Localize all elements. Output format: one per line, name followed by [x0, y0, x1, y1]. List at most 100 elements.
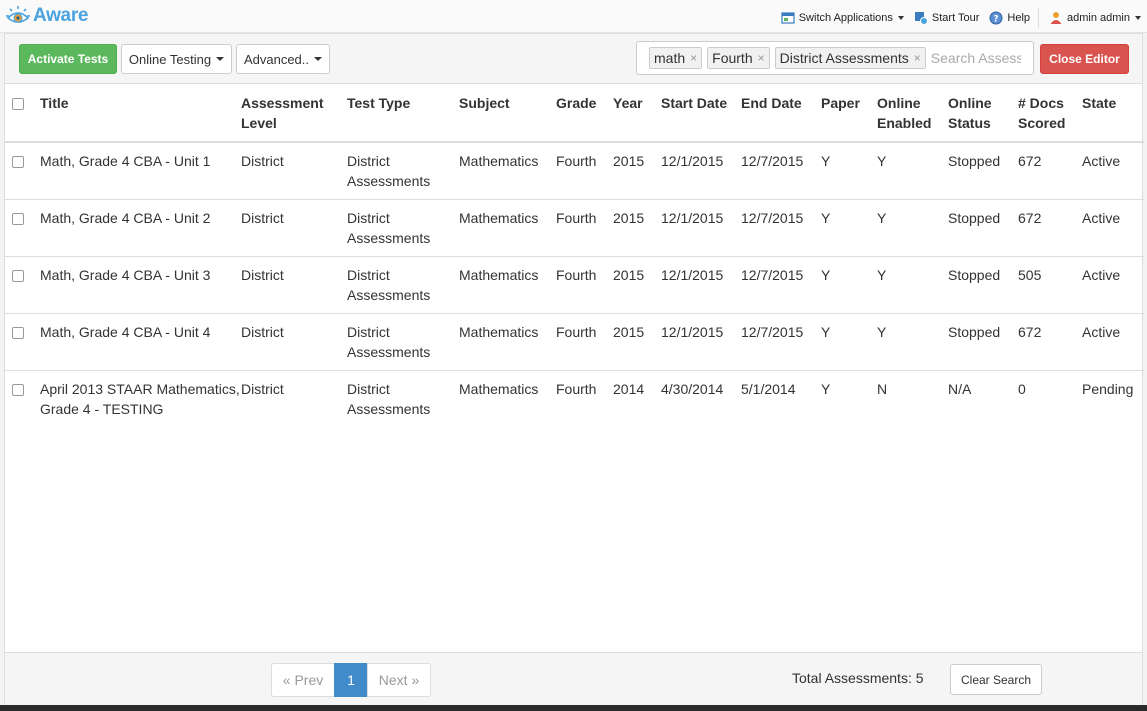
column-header[interactable]: Test Type	[347, 84, 459, 143]
remove-tag-icon[interactable]: ×	[758, 51, 765, 65]
search-tag-label: District Assessments	[779, 50, 909, 66]
table-cell: 12/1/2015	[661, 313, 741, 371]
row-select-cell	[5, 313, 40, 371]
search-input[interactable]	[930, 50, 1021, 66]
online-testing-dropdown[interactable]: Online Testing	[121, 44, 232, 74]
table-cell: 505	[1018, 256, 1082, 314]
help-icon: ?	[989, 11, 1003, 25]
chevron-down-icon	[897, 16, 904, 20]
activate-tests-button[interactable]: Activate Tests	[19, 44, 117, 74]
row-select-cell	[5, 371, 40, 428]
table-footer: « Prev 1 Next » Total Assessments: 5 Cle…	[5, 652, 1142, 705]
pagination: « Prev 1 Next »	[271, 663, 431, 697]
table-cell: Fourth	[556, 256, 613, 314]
toolbar: Activate Tests Online Testing Advanced..…	[5, 34, 1142, 84]
switch-applications-menu[interactable]: Switch Applications	[781, 11, 904, 25]
search-tag-box[interactable]: math × Fourth × District Assessments ×	[636, 41, 1034, 75]
table-cell: 12/1/2015	[661, 256, 741, 314]
assessment-title-cell[interactable]: April 2013 STAAR Mathematics, Grade 4 - …	[40, 371, 241, 428]
top-bar: Aware Switch Applications Start Tour ? H…	[0, 0, 1147, 33]
assessments-panel: Activate Tests Online Testing Advanced..…	[4, 33, 1144, 705]
table-cell: 672	[1018, 313, 1082, 371]
table-cell: District	[241, 313, 347, 371]
table-row[interactable]: Math, Grade 4 CBA - Unit 4 District Distri…	[5, 313, 1144, 371]
table-cell: District	[241, 142, 347, 200]
assessment-title-cell[interactable]: Math, Grade 4 CBA - Unit 1	[40, 142, 241, 200]
search-tag-label: math	[654, 50, 686, 66]
column-header[interactable]: Title	[40, 84, 241, 143]
table-cell: Pending	[1082, 381, 1134, 397]
column-header[interactable]: State	[1082, 84, 1144, 143]
next-page-button[interactable]: Next »	[367, 663, 431, 697]
table-cell: Y	[821, 199, 877, 257]
start-tour-link[interactable]: Start Tour	[914, 11, 979, 25]
table-cell: 12/7/2015	[741, 256, 821, 314]
table-cell: Y	[877, 313, 948, 371]
table-cell: 2015	[613, 199, 661, 257]
table-cell: Active	[1082, 256, 1144, 314]
row-checkbox[interactable]	[12, 213, 24, 225]
table-cell: Y	[821, 381, 831, 397]
table-row[interactable]: Math, Grade 4 CBA - Unit 3 District Distri…	[5, 256, 1144, 314]
row-checkbox[interactable]	[12, 384, 24, 396]
prev-page-button[interactable]: « Prev	[271, 663, 335, 697]
column-header[interactable]: End Date	[741, 84, 821, 143]
column-header[interactable]: Year	[613, 84, 661, 143]
table-cell: Stopped	[948, 313, 1018, 371]
row-checkbox[interactable]	[12, 270, 24, 282]
table-cell: 2015	[613, 313, 661, 371]
total-assessments: Total Assessments: 5	[792, 670, 924, 686]
table-cell: Mathematics	[459, 199, 556, 257]
column-header[interactable]: Start Date	[661, 84, 741, 143]
table-cell: District Assessments	[347, 199, 459, 257]
table-cell: District	[241, 256, 347, 314]
assessment-title-cell[interactable]: Math, Grade 4 CBA - Unit 2	[40, 199, 241, 257]
table-cell: 672	[1018, 199, 1082, 257]
top-nav: Switch Applications Start Tour ? Help ad…	[771, 8, 1141, 28]
remove-tag-icon[interactable]: ×	[690, 51, 697, 65]
table-cell: 4/30/2014	[661, 381, 724, 397]
user-menu[interactable]: admin admin	[1049, 11, 1141, 25]
assessment-title-cell[interactable]: Math, Grade 4 CBA - Unit 4	[40, 313, 241, 371]
page-1-button[interactable]: 1	[334, 663, 368, 697]
column-header[interactable]: Paper	[821, 84, 877, 143]
table-row[interactable]: Math, Grade 4 CBA - Unit 1 District Distri…	[5, 142, 1144, 200]
search-tag: District Assessments ×	[774, 47, 926, 69]
app-logo[interactable]: Aware	[5, 5, 88, 27]
table-row[interactable]: Math, Grade 4 CBA - Unit 2 District Distri…	[5, 199, 1144, 257]
advanced-label: Advanced..	[243, 51, 310, 67]
select-all-checkbox[interactable]	[12, 98, 24, 110]
help-link[interactable]: ? Help	[989, 11, 1030, 25]
background-strip	[0, 705, 1147, 711]
row-checkbox[interactable]	[12, 156, 24, 168]
close-editor-button[interactable]: Close Editor	[1040, 44, 1129, 74]
column-header[interactable]: Grade	[556, 84, 613, 143]
table-cell: Y	[877, 142, 948, 200]
table-cell: N/A	[948, 381, 972, 397]
row-checkbox[interactable]	[12, 327, 24, 339]
help-label: Help	[1007, 12, 1031, 24]
advanced-dropdown[interactable]: Advanced..	[236, 44, 330, 74]
table-cell: Y	[877, 256, 948, 314]
table-cell: N	[877, 381, 888, 397]
assessment-title-cell[interactable]: Math, Grade 4 CBA - Unit 3	[40, 256, 241, 314]
remove-tag-icon[interactable]: ×	[914, 51, 921, 65]
table-cell: Active	[1082, 199, 1144, 257]
column-header[interactable]: Online Enabled	[877, 84, 948, 143]
table-cell: District	[241, 381, 284, 397]
column-header[interactable]: Assessment Level	[241, 84, 347, 143]
switch-applications-label: Switch Applications	[798, 12, 893, 24]
table-cell: Stopped	[948, 199, 1018, 257]
app-name: Aware	[33, 5, 89, 26]
column-header[interactable]: Subject	[459, 84, 556, 143]
table-cell: Y	[877, 199, 948, 257]
search-tag: Fourth ×	[707, 47, 770, 69]
column-header[interactable]: Online Status	[948, 84, 1018, 143]
column-header[interactable]: # Docs Scored	[1018, 84, 1082, 143]
row-select-cell	[5, 256, 40, 314]
user-name: admin admin	[1067, 12, 1130, 24]
table-cell: Fourth	[556, 199, 613, 257]
clear-search-button[interactable]: Clear Search	[950, 664, 1042, 695]
table-row[interactable]: April 2013 STAAR Mathematics, Grade 4 - …	[5, 371, 1144, 428]
table-cell: Mathematics	[459, 313, 556, 371]
